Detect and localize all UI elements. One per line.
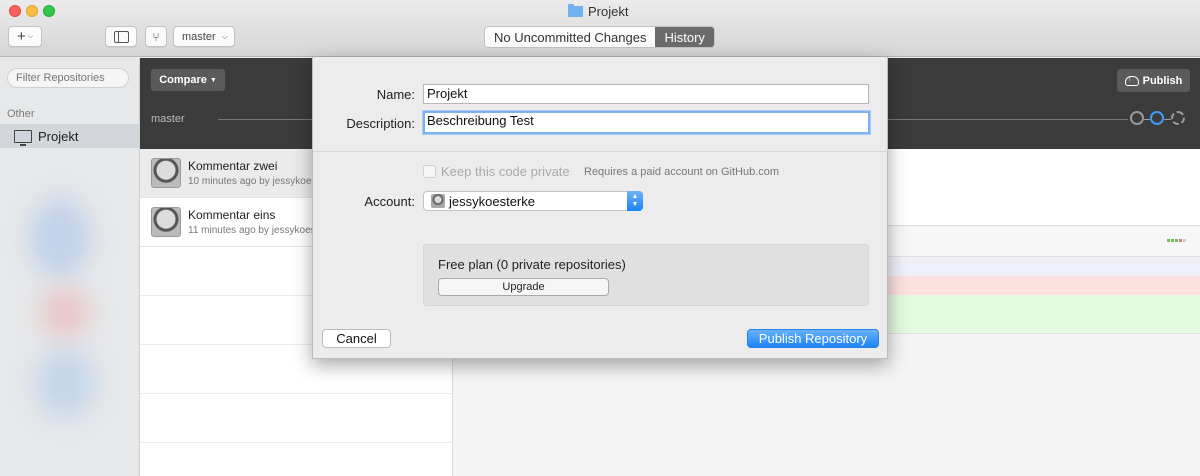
filter-repositories-input[interactable]	[7, 68, 129, 88]
avatar	[431, 194, 445, 208]
view-switcher: No Uncommitted Changes History	[484, 26, 715, 48]
close-window-button[interactable]	[9, 5, 21, 17]
add-repository-button[interactable]: + ⌵	[8, 26, 42, 47]
plus-icon: +	[16, 28, 26, 45]
chevron-down-icon: ⌵	[27, 32, 34, 40]
description-field[interactable]: Beschreibung Test	[423, 111, 870, 134]
publish-label: Publish	[1142, 74, 1183, 87]
tab-uncommitted-changes[interactable]: No Uncommitted Changes	[485, 27, 656, 47]
folder-icon	[568, 3, 583, 17]
publish-button[interactable]: Publish	[1117, 69, 1190, 92]
publish-repository-button[interactable]: Publish Repository	[747, 329, 879, 348]
account-select[interactable]: jessykoesterke ▲ ▼	[423, 191, 643, 211]
sidebar-item-projekt[interactable]: Projekt	[0, 124, 139, 148]
create-branch-button[interactable]: ⑂	[145, 26, 167, 47]
commit-title: Kommentar eins	[188, 208, 276, 222]
compare-label: Compare	[159, 74, 207, 86]
sidebar-icon	[113, 30, 129, 43]
plan-info-box: Free plan (0 private repositories) Upgra…	[423, 244, 869, 306]
monitor-icon	[14, 129, 32, 146]
paid-account-note: Requires a paid account on GitHub.com	[584, 166, 780, 178]
caret-down-icon: ▼	[209, 76, 217, 84]
upgrade-button[interactable]: Upgrade	[438, 278, 609, 296]
sidebar: Other Projekt	[0, 58, 140, 476]
timeline-uncommitted-dot[interactable]	[1171, 111, 1185, 125]
keep-private-checkbox[interactable]	[423, 165, 436, 178]
timeline-commit-dot-selected[interactable]	[1150, 111, 1164, 125]
zoom-window-button[interactable]	[43, 5, 55, 17]
window-toolbar: Projekt + ⌵ ⑂ master ⌵ No Uncommitted Cha…	[0, 0, 1200, 57]
minimize-window-button[interactable]	[26, 5, 38, 17]
window-title: Projekt	[568, 3, 628, 19]
up-down-arrows-icon: ▲ ▼	[627, 191, 643, 211]
sidebar-item-label: Projekt	[38, 128, 79, 144]
chevron-down-icon: ⌵	[221, 31, 228, 41]
account-label: Account:	[364, 194, 415, 209]
cloud-upload-icon	[1124, 73, 1139, 86]
avatar	[151, 207, 181, 237]
keep-private-label: Keep this code private	[441, 164, 570, 179]
name-label: Name:	[376, 87, 415, 102]
plan-text: Free plan (0 private repositories)	[438, 257, 626, 272]
toggle-sidebar-button[interactable]	[105, 26, 137, 47]
name-field[interactable]: Projekt	[423, 84, 869, 104]
blurred-background	[40, 288, 90, 338]
sidebar-section-other: Other	[7, 108, 35, 120]
account-value: jessykoesterke	[449, 193, 535, 209]
window-title-text: Projekt	[588, 3, 629, 19]
timeline-commit-dot[interactable]	[1130, 111, 1144, 125]
branch-selector[interactable]: master ⌵	[173, 26, 235, 47]
tab-history[interactable]: History	[655, 27, 714, 47]
branch-name: master	[182, 30, 216, 43]
current-branch-label: master	[151, 113, 185, 125]
branch-icon: ⑂	[152, 29, 160, 44]
description-label: Description:	[346, 116, 415, 131]
compare-button[interactable]: Compare ▼	[151, 69, 225, 91]
publish-repository-dialog: Name: Projekt Description: Beschreibung …	[312, 57, 888, 359]
avatar	[151, 158, 181, 188]
blurred-background	[30, 198, 90, 278]
timeline-link	[1164, 119, 1171, 120]
empty-list-row	[140, 394, 453, 443]
diffstat-indicator	[1167, 239, 1186, 242]
divider	[313, 151, 888, 152]
commit-title: Kommentar zwei	[188, 159, 278, 173]
blurred-background	[35, 348, 95, 418]
cancel-button[interactable]: Cancel	[322, 329, 391, 348]
